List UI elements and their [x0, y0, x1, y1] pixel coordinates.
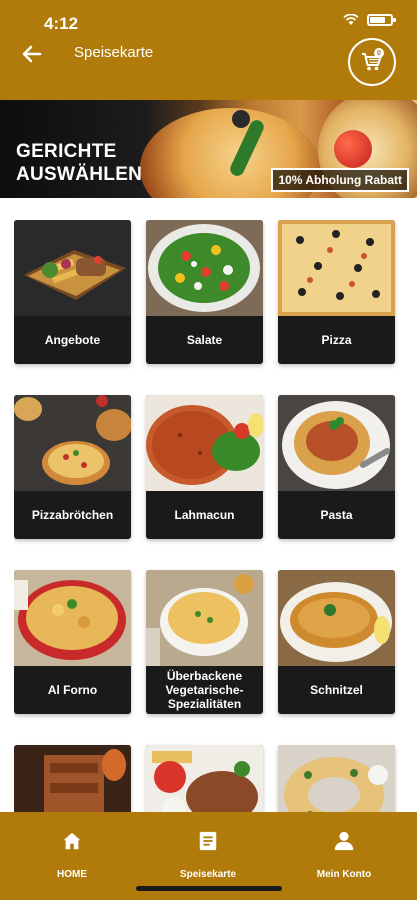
category-label: Pizzabrötchen [31, 508, 114, 522]
tomato-decoration [334, 130, 372, 168]
account-icon [334, 831, 354, 851]
category-label: Angebote [44, 333, 101, 347]
olive-decoration [232, 110, 250, 128]
category-label: Schnitzel [310, 683, 363, 697]
category-label: Pizza [321, 333, 352, 347]
battery-icon [367, 14, 396, 26]
category-label: Al Forno [47, 683, 98, 697]
app-header: 4:12 Speisekarte 0 [0, 0, 417, 100]
banner-title: GERICHTE AUSWÄHLEN [16, 140, 142, 186]
category-card-pizza[interactable]: Pizza [278, 220, 395, 364]
category-card-12[interactable] [278, 745, 395, 820]
pizzabroetchen-image [14, 395, 131, 491]
schnitzel-image [278, 570, 395, 666]
calzone-image [278, 745, 395, 820]
home-indicator [136, 886, 282, 891]
category-card-pizzabroetchen[interactable]: Pizzabrötchen [14, 395, 131, 539]
category-card-schnitzel[interactable]: Schnitzel [278, 570, 395, 714]
category-label: Lahmacun [174, 508, 235, 522]
banner-title-line2: AUSWÄHLEN [16, 164, 143, 185]
ueberbackene-image [146, 570, 263, 666]
nav-speisekarte[interactable]: Speisekarte [148, 830, 268, 880]
salate-image [146, 220, 263, 316]
grill-plate-image [146, 745, 263, 820]
banner-title-line1: GERICHTE [16, 141, 117, 162]
nav-mein-konto-label: Mein Konto [316, 869, 372, 880]
status-icons [343, 14, 396, 26]
menu-icon [199, 831, 217, 851]
category-card-ueberbackene[interactable]: Überbackene Vegetarische-Spezialitäten [146, 570, 263, 714]
cart-count-badge: 0 [374, 48, 384, 58]
nav-speisekarte-label: Speisekarte [179, 869, 237, 880]
category-card-10[interactable] [14, 745, 131, 820]
category-card-lahmacun[interactable]: Lahmacun [146, 395, 263, 539]
category-grid: Angebote Salate Pizza Pizzabrötchen Lahm… [14, 220, 404, 820]
al-forno-image [14, 570, 131, 666]
back-arrow-icon[interactable] [20, 42, 44, 66]
lahmacun-image [146, 395, 263, 491]
category-card-salate[interactable]: Salate [146, 220, 263, 364]
category-card-al-forno[interactable]: Al Forno [14, 570, 131, 714]
discount-badge: 10% Abholung Rabatt [271, 168, 409, 192]
category-card-11[interactable] [146, 745, 263, 820]
category-label: Salate [186, 333, 223, 347]
nav-home[interactable]: HOME [12, 830, 132, 880]
nav-home-label: HOME [57, 869, 87, 880]
angebote-image [14, 220, 131, 316]
wifi-icon [343, 14, 359, 25]
doener-image [14, 745, 131, 820]
promo-banner[interactable]: GERICHTE AUSWÄHLEN 10% Abholung Rabatt [0, 100, 417, 198]
page-title: Speisekarte [74, 44, 154, 61]
category-label: Pasta [320, 508, 353, 522]
cart-button[interactable]: 0 [348, 38, 396, 86]
category-label: Überbackene Vegetarische-Spezialitäten [165, 669, 244, 711]
pizza-image [278, 220, 395, 316]
category-card-angebote[interactable]: Angebote [14, 220, 131, 364]
category-card-pasta[interactable]: Pasta [278, 395, 395, 539]
status-time: 4:12 [44, 14, 79, 33]
nav-mein-konto[interactable]: Mein Konto [284, 830, 404, 880]
pasta-image [278, 395, 395, 491]
home-icon [63, 832, 81, 850]
